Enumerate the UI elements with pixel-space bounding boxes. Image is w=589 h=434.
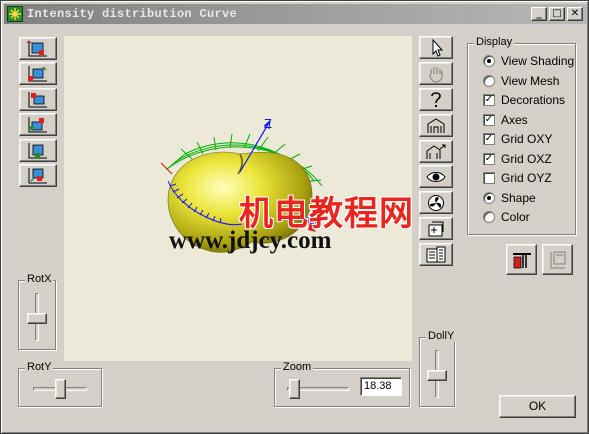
- help-button[interactable]: [419, 88, 453, 111]
- view-side-button[interactable]: [19, 62, 57, 85]
- view-front-button[interactable]: [19, 37, 57, 60]
- rotx-group: RotX: [18, 273, 56, 350]
- rotx-label: RotX: [25, 273, 54, 285]
- view-iso-icon: [28, 143, 47, 159]
- grid-oxz-checkbox[interactable]: ✓: [483, 153, 495, 165]
- tools-button[interactable]: [506, 244, 537, 275]
- roty-label: RotY: [25, 361, 54, 373]
- pan-button[interactable]: [419, 62, 453, 85]
- pan-hand-icon: [429, 67, 443, 83]
- view-front-icon: [26, 40, 47, 57]
- close-button[interactable]: ✕: [567, 7, 583, 21]
- grid-oyz-checkbox[interactable]: [483, 172, 495, 184]
- display-group-label: Display: [474, 36, 515, 48]
- pointer-button[interactable]: [419, 36, 453, 59]
- view-top-icon: [28, 92, 47, 108]
- shape-radio[interactable]: [483, 192, 495, 204]
- eye-button[interactable]: [419, 165, 453, 188]
- dolly-group: DollY: [419, 330, 457, 407]
- export-button[interactable]: [419, 217, 453, 240]
- zoom-value-field[interactable]: 18.38: [360, 377, 402, 396]
- ok-button[interactable]: OK: [499, 395, 576, 418]
- luminaire-button[interactable]: [419, 114, 453, 137]
- view-top-button[interactable]: [19, 88, 57, 111]
- maximize-button[interactable]: □: [549, 7, 565, 21]
- pointer-arrow-icon: [432, 39, 444, 57]
- table-report-icon: [426, 246, 446, 263]
- axes-checkbox[interactable]: ✓: [483, 114, 495, 126]
- grid-oxy-checkbox[interactable]: ✓: [483, 133, 495, 145]
- help-question-icon: [431, 92, 441, 107]
- fan-button[interactable]: [419, 191, 453, 214]
- view-bottom-button[interactable]: [19, 164, 57, 187]
- toolbox-icon: [513, 253, 531, 269]
- eye-icon: [426, 172, 446, 182]
- watermark-url: www.jdjcy.com: [169, 227, 332, 254]
- zoom-label: Zoom: [281, 361, 314, 373]
- export-icon: [428, 221, 444, 237]
- dimension-icon: [550, 251, 566, 269]
- roty-group: RotY: [18, 361, 102, 407]
- x-axis-red: [160, 162, 173, 175]
- luminaire-aim-button[interactable]: [419, 140, 453, 163]
- rotx-thumb[interactable]: [27, 313, 47, 324]
- fan-icon: [428, 195, 444, 211]
- report-button[interactable]: [419, 243, 453, 266]
- view-side-icon: [28, 66, 47, 82]
- minimize-button[interactable]: _: [531, 7, 547, 21]
- luminaire-icon: [427, 118, 445, 133]
- dolly-thumb[interactable]: [427, 370, 447, 381]
- dolly-label: DollY: [426, 330, 457, 342]
- color-radio[interactable]: [483, 211, 495, 223]
- axis-z-label: Z: [264, 116, 272, 131]
- view-shading-radio[interactable]: [483, 55, 495, 67]
- display-group: Display View Shading View Mesh ✓ Decorat…: [467, 36, 576, 235]
- app-icon: [7, 6, 23, 22]
- window-title: Intensity distribution Curve: [27, 7, 238, 21]
- view-iso-button[interactable]: [19, 139, 57, 162]
- dimension-button[interactable]: [542, 244, 573, 275]
- decorations-checkbox[interactable]: ✓: [483, 94, 495, 106]
- view-back-button[interactable]: [19, 113, 57, 136]
- title-bar[interactable]: Intensity distribution Curve _ □ ✕: [4, 4, 587, 24]
- roty-thumb[interactable]: [55, 379, 66, 399]
- intensity-dialog: Intensity distribution Curve _ □ ✕ Z 0cd…: [0, 0, 589, 434]
- view-back-icon: [28, 117, 47, 133]
- view-mesh-radio[interactable]: [483, 75, 495, 87]
- luminaire-aim-icon: [426, 144, 446, 159]
- zoom-thumb[interactable]: [289, 379, 300, 399]
- view-bottom-icon: [28, 168, 47, 184]
